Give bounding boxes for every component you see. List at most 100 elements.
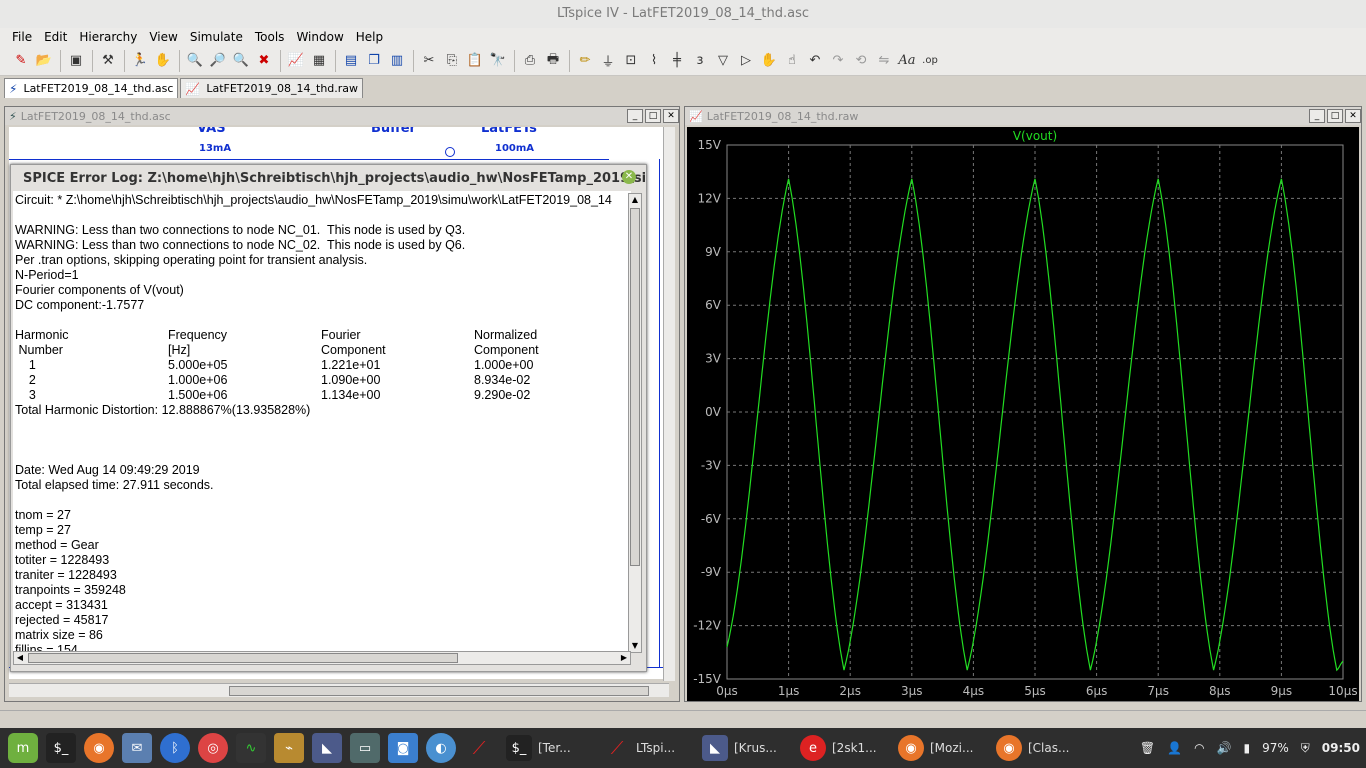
table-row: Harmonic Frequency Fourier Normalized <box>15 328 538 342</box>
trash-icon[interactable]: 🗑 <box>1140 741 1155 755</box>
minimize-button[interactable]: _ <box>1309 109 1325 123</box>
pan-icon[interactable]: 🔎 <box>207 50 229 72</box>
halt-icon[interactable]: ✋ <box>152 50 174 72</box>
control-panel-icon[interactable]: ⚒ <box>97 50 119 72</box>
autorange-icon[interactable]: ▦ <box>308 50 330 72</box>
mint-menu-icon[interactable]: m <box>8 733 38 763</box>
taskbar-window-ltspice[interactable]: ⟋ LTspi... <box>596 728 692 768</box>
copy-icon[interactable]: ⎘ <box>441 50 463 72</box>
text-icon[interactable]: Aa <box>896 50 918 72</box>
print-setup-icon[interactable]: ⎙ <box>519 50 541 72</box>
undo-icon[interactable]: ↶ <box>804 50 826 72</box>
diode-icon[interactable]: ▽ <box>712 50 734 72</box>
label-icon[interactable]: ⊡ <box>620 50 642 72</box>
zoom-in-icon[interactable]: 🔍 <box>184 50 206 72</box>
kicad-icon[interactable]: ⌁ <box>274 733 304 763</box>
minimize-button[interactable]: _ <box>627 109 643 123</box>
waveform-icon[interactable]: 📈 <box>285 50 307 72</box>
close-button[interactable]: ✕ <box>663 109 679 123</box>
schematic-horizontal-scrollbar[interactable] <box>9 683 669 697</box>
open-icon[interactable]: 📂 <box>33 50 55 72</box>
capacitor-icon[interactable]: ╪ <box>666 50 688 72</box>
paste-icon[interactable]: 📋 <box>464 50 486 72</box>
mirror-icon[interactable]: ⇋ <box>873 50 895 72</box>
move-icon[interactable]: ✋ <box>758 50 780 72</box>
menu-simulate[interactable]: Simulate <box>184 30 249 44</box>
firefox-icon[interactable]: ◉ <box>84 733 114 763</box>
scroll-right-icon[interactable]: ▶ <box>618 652 630 664</box>
close-button[interactable]: ✕ <box>1345 109 1361 123</box>
error-log-text[interactable]: Circuit: * Z:\home\hjh\Schreibtisch\hjh_… <box>13 191 631 653</box>
ltspice-launcher-icon[interactable]: ⟋ <box>464 733 494 763</box>
cascade-icon[interactable]: ❐ <box>363 50 385 72</box>
cut-icon[interactable]: ✂ <box>418 50 440 72</box>
waveform-plot[interactable]: 0µs 1µs 2µs 3µs 4µs 5µs 6µs 7µs 8µs 9µs 10µs 15V 12V… <box>687 127 1359 701</box>
nautilus-icon[interactable]: ◐ <box>426 733 456 763</box>
find-icon[interactable]: 🔭 <box>487 50 509 72</box>
taskbar-window-firefox[interactable]: ◉ [Mozi... <box>890 728 986 768</box>
menu-tools[interactable]: Tools <box>249 30 291 44</box>
taskbar-window-terminal[interactable]: $_ [Ter... <box>498 728 594 768</box>
zoom-out-icon[interactable]: 🔍 <box>230 50 252 72</box>
bluetooth-icon[interactable]: ᛒ <box>160 733 190 763</box>
shield-icon[interactable]: ⛨ <box>1301 741 1310 756</box>
spice-directive-icon[interactable]: .op <box>919 50 941 72</box>
log-line: N-Period=1 <box>15 268 79 282</box>
buffer-label: Buffer <box>371 127 416 136</box>
inductor-icon[interactable]: ɜ <box>689 50 711 72</box>
rotate-icon[interactable]: ⟲ <box>850 50 872 72</box>
drag-icon[interactable]: ☝ <box>781 50 803 72</box>
ground-icon[interactable]: ⏚ <box>597 50 619 72</box>
wifi-icon[interactable]: ◠ <box>1194 741 1204 755</box>
maximize-button[interactable]: □ <box>1327 109 1343 123</box>
menu-hierarchy[interactable]: Hierarchy <box>73 30 143 44</box>
scroll-left-icon[interactable]: ◀ <box>14 652 26 664</box>
taskbar-window-pdf[interactable]: e [2sk1... <box>792 728 888 768</box>
tab-schematic[interactable]: ⚡ LatFET2019_08_14_thd.asc <box>4 78 179 98</box>
wire-icon[interactable]: ✏ <box>574 50 596 72</box>
menu-file[interactable]: File <box>6 30 38 44</box>
x-tick-label: 9µs <box>1271 684 1293 698</box>
menu-view[interactable]: View <box>143 30 183 44</box>
x-tick-label: 6µs <box>1086 684 1108 698</box>
volume-icon[interactable]: 🔊 <box>1217 741 1232 755</box>
new-schematic-icon[interactable]: ✎ <box>10 50 32 72</box>
chrome-icon[interactable]: ◎ <box>198 733 228 763</box>
taskbar-window-krusader[interactable]: ◣ [Krus... <box>694 728 790 768</box>
battery-icon[interactable]: ▮ <box>1244 741 1251 755</box>
scroll-up-icon[interactable]: ▲ <box>629 194 641 206</box>
menu-edit[interactable]: Edit <box>38 30 73 44</box>
user-icon[interactable]: 👤 <box>1167 741 1182 755</box>
run-icon[interactable]: 🏃 <box>129 50 151 72</box>
maximize-button[interactable]: □ <box>645 109 661 123</box>
component-icon[interactable]: ▷ <box>735 50 757 72</box>
redo-icon[interactable]: ↷ <box>827 50 849 72</box>
clock[interactable]: 09:50 <box>1322 741 1360 755</box>
zoom-fit-icon[interactable]: ✖ <box>253 50 275 72</box>
menu-window[interactable]: Window <box>290 30 349 44</box>
mail-icon[interactable]: ✉ <box>122 733 152 763</box>
taskbar-window-firefox-2[interactable]: ◉ [Clas... <box>988 728 1084 768</box>
files-icon[interactable]: ▭ <box>350 733 380 763</box>
menu-help[interactable]: Help <box>350 30 389 44</box>
log-line: Total Harmonic Distortion: 12.888867%(13… <box>15 403 311 417</box>
scroll-thumb[interactable] <box>28 653 458 663</box>
schematic-vertical-scrollbar[interactable] <box>663 127 675 681</box>
firefox-icon: ◉ <box>898 735 924 761</box>
save-icon[interactable]: ▣ <box>65 50 87 72</box>
print-icon[interactable]: 🖶 <box>542 50 564 72</box>
system-monitor-icon[interactable]: ∿ <box>236 733 266 763</box>
close-icon[interactable]: ✕ <box>622 170 636 184</box>
scroll-thumb[interactable] <box>630 208 640 566</box>
error-log-vertical-scrollbar[interactable]: ▲ ▼ <box>628 193 642 653</box>
krusader-icon[interactable]: ◣ <box>312 733 342 763</box>
tile-horizontal-icon[interactable]: ▤ <box>340 50 362 72</box>
error-log-horizontal-scrollbar[interactable]: ◀ ▶ <box>13 651 631 665</box>
waveform-chart[interactable]: 0µs 1µs 2µs 3µs 4µs 5µs 6µs 7µs 8µs 9µs 10µs 15V 12V… <box>687 127 1359 701</box>
resistor-icon[interactable]: ⌇ <box>643 50 665 72</box>
screenshot-icon[interactable]: ◙ <box>388 733 418 763</box>
terminal-icon[interactable]: $_ <box>46 733 76 763</box>
tab-waveform[interactable]: 📈 LatFET2019_08_14_thd.raw <box>180 78 364 98</box>
tile-vertical-icon[interactable]: ▥ <box>386 50 408 72</box>
